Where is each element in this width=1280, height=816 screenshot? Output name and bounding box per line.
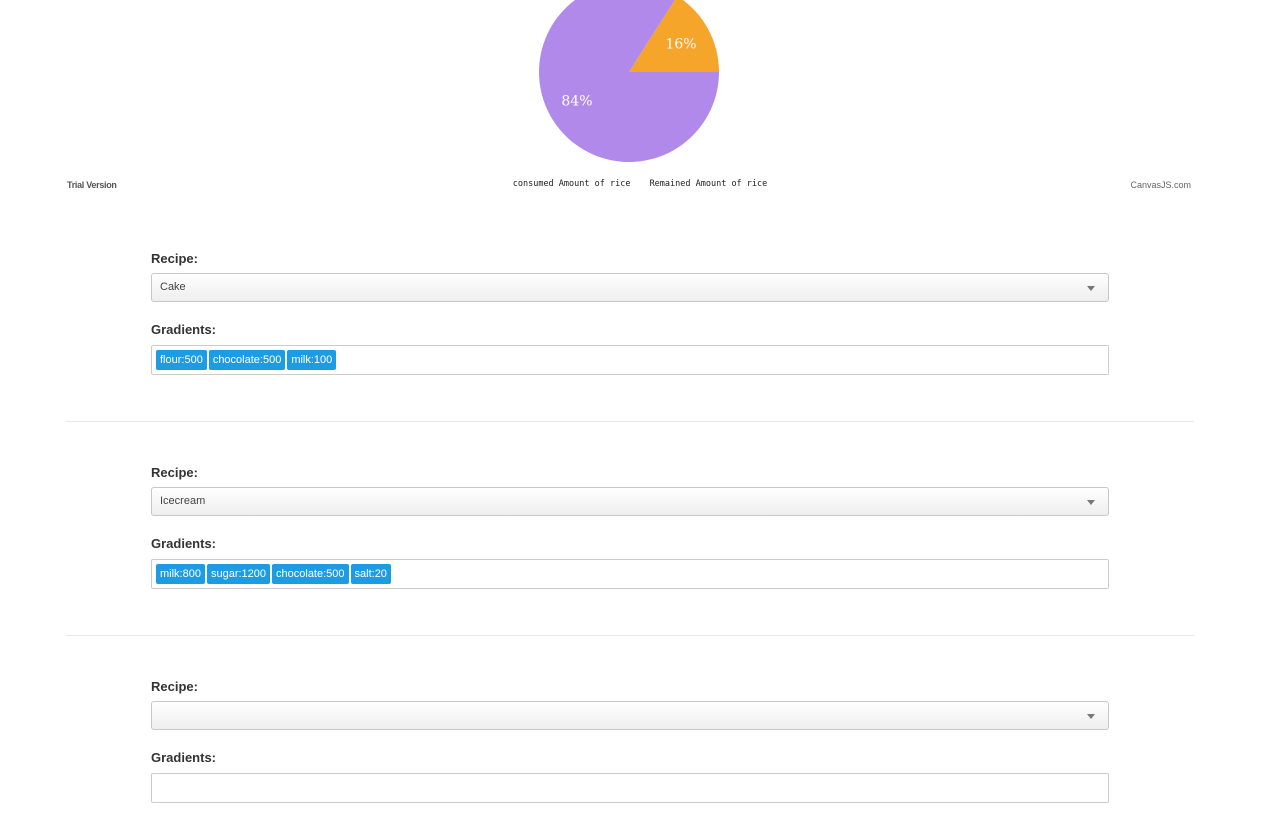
- legend-item-remained: Remained Amount of rice: [649, 179, 768, 189]
- legend-item-consumed: consumed Amount of rice: [512, 179, 631, 189]
- recipe-select[interactable]: Cake: [151, 273, 1109, 302]
- recipe-block-3: Recipe: Gradients:: [151, 678, 1109, 803]
- caret-down-icon: [1087, 714, 1095, 719]
- gradient-tag[interactable]: chocolate:500: [208, 350, 286, 370]
- recipe-block-2: Recipe: Icecream Gradients: milk:800 suga…: [151, 464, 1109, 589]
- pie-slice-label: 16%: [665, 36, 696, 52]
- gradients-tag-input[interactable]: flour:500 chocolate:500 milk:100: [151, 345, 1109, 375]
- recipe-label: Recipe:: [151, 251, 198, 266]
- gradient-tag[interactable]: milk:100: [287, 350, 337, 370]
- gradients-label: Gradients:: [151, 750, 217, 765]
- recipe-select[interactable]: Icecream: [151, 487, 1109, 516]
- gradients-tag-input[interactable]: milk:800 sugar:1200 chocolate:500 salt:20: [151, 559, 1109, 589]
- gradient-tag[interactable]: sugar:1200: [206, 564, 271, 584]
- caret-down-icon: [1087, 500, 1095, 505]
- pie-slice-label: 84%: [561, 94, 592, 110]
- pie-chart-svg: 16% 84%: [539, 0, 719, 162]
- chart-legend: consumed Amount of rice Remained Amount …: [0, 179, 1280, 189]
- recipe-label: Recipe:: [151, 679, 198, 694]
- gradient-tag[interactable]: milk:800: [156, 564, 205, 584]
- gradients-label: Gradients:: [151, 322, 217, 337]
- gradients-tag-input[interactable]: [151, 773, 1109, 803]
- canvasjs-credit-link[interactable]: CanvasJS.com: [1130, 180, 1191, 190]
- caret-down-icon: [1087, 286, 1095, 291]
- gradient-tag[interactable]: salt:20: [350, 564, 391, 584]
- section-divider: [66, 421, 1194, 422]
- recipe-label: Recipe:: [151, 465, 198, 480]
- rice-pie-chart: 16% 84% Trial Version consumed Amount of …: [0, 0, 1280, 200]
- page: 16% 84% Trial Version consumed Amount of …: [0, 0, 1280, 816]
- section-divider: [66, 635, 1194, 636]
- recipe-block-1: Recipe: Cake Gradients: flour:500 chocola…: [151, 250, 1109, 375]
- recipe-select[interactable]: [151, 701, 1109, 730]
- gradients-label: Gradients:: [151, 536, 217, 551]
- recipe-select-value: Icecream: [160, 495, 206, 507]
- gradient-tag[interactable]: flour:500: [156, 350, 207, 370]
- recipe-select-value: Cake: [160, 281, 186, 293]
- gradient-tag[interactable]: chocolate:500: [272, 564, 349, 584]
